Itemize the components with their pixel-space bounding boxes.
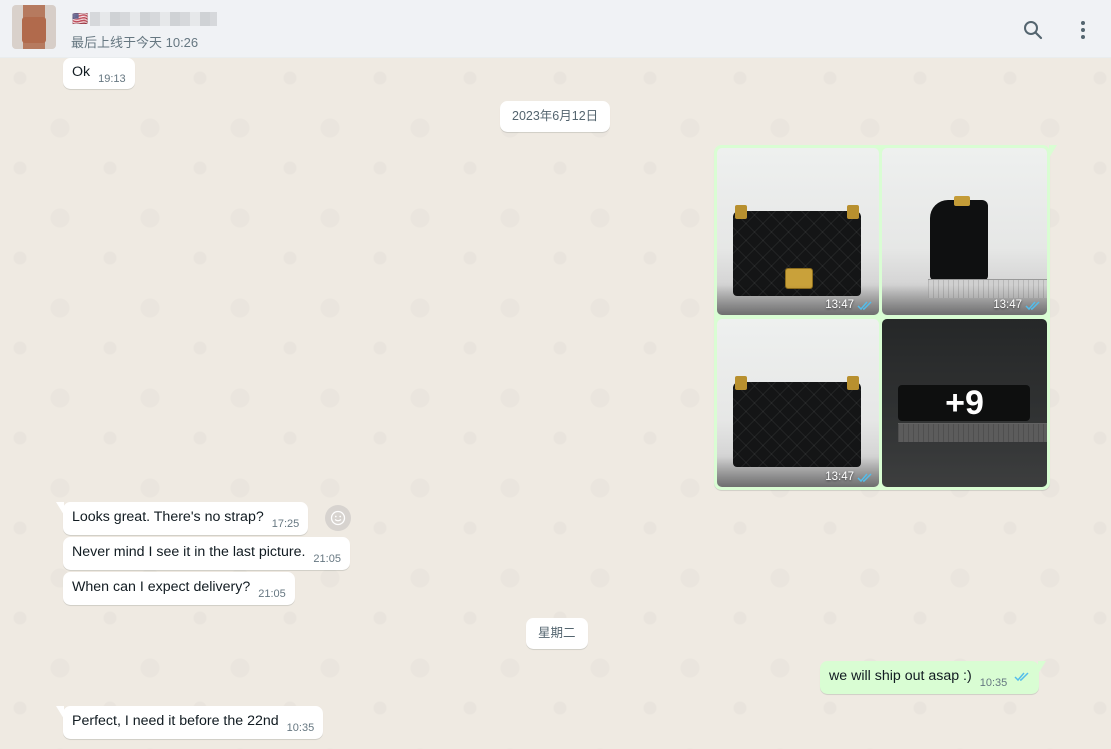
chat-header: 🇺🇸 最后上线于今天 10:26 <box>0 0 1111 58</box>
bag-hardware <box>847 205 859 219</box>
message-time: 10:35 <box>286 722 315 734</box>
photo-time: 13:47 <box>825 299 854 311</box>
message-text: we will ship out asap :) <box>829 668 972 684</box>
bag-hardware <box>847 376 859 390</box>
photo-time: 13:47 <box>993 299 1022 311</box>
message-text: Perfect, I need it before the 22nd <box>72 713 279 729</box>
message-text: Looks great. There's no strap? <box>72 509 264 525</box>
album-photo[interactable]: 13:47 <box>717 319 879 487</box>
message-time: 21:05 <box>258 588 286 600</box>
flag-icon: 🇺🇸 <box>72 11 89 26</box>
message-text: Ok <box>72 64 91 80</box>
photo-meta: 13:47 <box>825 299 873 311</box>
photo-meta: 13:47 <box>825 471 873 483</box>
photo-meta: 13:47 <box>993 299 1041 311</box>
last-seen-status: 最后上线于今天 10:26 <box>71 35 199 50</box>
message-incoming[interactable]: Never mind I see it in the last picture.… <box>63 537 350 570</box>
handbag-side-image <box>930 200 988 280</box>
double-check-icon <box>857 472 872 482</box>
message-text: When can I expect delivery? <box>72 579 251 595</box>
album-photo[interactable]: 13:47 <box>717 148 879 315</box>
double-check-icon <box>857 300 872 310</box>
more-photos-count: +9 <box>882 319 1047 487</box>
message-incoming[interactable]: Perfect, I need it before the 22nd 10:35 <box>55 706 324 739</box>
message-incoming[interactable]: When can I expect delivery? 21:05 <box>63 572 295 605</box>
message-incoming[interactable]: Ok 19:13 <box>63 58 135 89</box>
message-time: 21:05 <box>313 553 341 565</box>
date-divider: 星期二 <box>526 618 588 649</box>
contact-name[interactable]: 🇺🇸 <box>72 10 217 28</box>
album-more-photos[interactable]: +9 <box>882 319 1047 487</box>
double-check-icon <box>1014 672 1029 682</box>
contact-name-blurred <box>90 12 217 26</box>
handbag-image <box>733 382 861 467</box>
photo-album-message: 13:47 13:47 13:47 +9 <box>714 145 1057 490</box>
date-divider: 2023年6月12日 <box>500 101 611 132</box>
double-check-icon <box>1025 300 1040 310</box>
photo-time: 13:47 <box>825 471 854 483</box>
message-time: 10:35 <box>979 677 1008 689</box>
message-incoming[interactable]: Looks great. There's no strap? 17:25 <box>55 502 309 535</box>
message-time: 19:13 <box>98 73 126 85</box>
more-vertical-icon[interactable] <box>1071 18 1095 42</box>
bag-hardware <box>735 376 747 390</box>
message-text: Never mind I see it in the last picture. <box>72 544 306 560</box>
album-photo[interactable]: 13:47 <box>882 148 1047 315</box>
bag-hardware <box>735 205 747 219</box>
message-time: 17:25 <box>271 518 300 530</box>
message-outgoing[interactable]: we will ship out asap :) 10:35 <box>820 661 1047 694</box>
contact-avatar[interactable] <box>12 5 56 49</box>
search-icon[interactable] <box>1021 18 1045 42</box>
bag-hardware <box>954 196 970 206</box>
emoji-reaction-icon[interactable] <box>325 505 351 531</box>
